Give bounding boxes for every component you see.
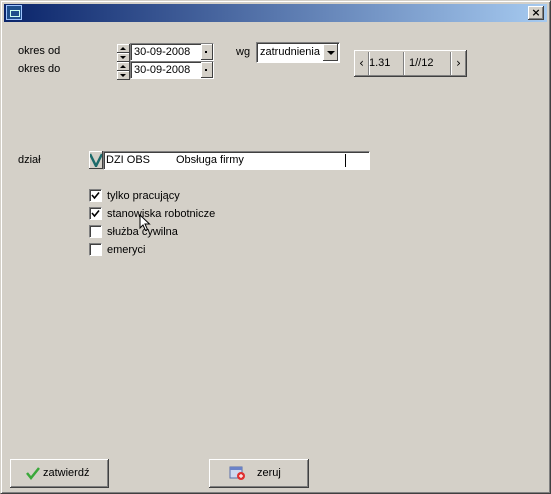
department-picker-button[interactable] — [89, 151, 103, 169]
filter-checkbox-working-only[interactable] — [89, 189, 102, 202]
next-arrow-button[interactable]: › — [452, 50, 465, 77]
period-from-spinner[interactable] — [117, 44, 130, 62]
checkmark-icon — [26, 467, 40, 480]
navigator-code: 1.31 — [369, 57, 391, 69]
period-from-label: okres od — [18, 45, 61, 57]
period-from-value: 30-09-2008 — [134, 46, 191, 58]
confirm-label: zatwierdź — [43, 467, 90, 479]
reset-label: zeruj — [257, 467, 281, 479]
record-navigator: ‹ 1.31 1//12 › — [354, 50, 467, 77]
check-icon — [91, 191, 100, 200]
dropdown-icon[interactable] — [201, 44, 213, 60]
period-to-spinner[interactable] — [117, 62, 130, 80]
spin-up-icon[interactable] — [117, 44, 130, 53]
text-caret — [345, 154, 346, 167]
period-to-label: okres do — [18, 63, 61, 75]
app-icon — [6, 5, 22, 20]
department-field[interactable]: DZI OBS Obsługa firmy — [103, 151, 370, 170]
filter-checkbox-civil-service[interactable] — [89, 225, 102, 238]
filter-label-working-only: tylko pracujący — [107, 190, 180, 202]
prev-arrow-button[interactable]: ‹ — [355, 50, 368, 77]
department-name: Obsługa firmy — [176, 154, 244, 166]
spin-down-icon[interactable] — [117, 71, 130, 80]
period-to-value: 30-09-2008 — [134, 64, 191, 76]
filter-label-worker-positions: stanowiska robotnicze — [107, 208, 216, 220]
spin-up-icon[interactable] — [117, 62, 130, 71]
reset-icon — [229, 466, 245, 480]
grouping-label: wg — [236, 46, 251, 58]
filter-label-retirees: emeryci — [107, 244, 146, 256]
reset-button[interactable]: zeruj — [209, 459, 309, 488]
close-button[interactable]: × — [528, 6, 544, 20]
navigator-page: 1//12 — [409, 57, 434, 69]
department-code: DZI OBS — [106, 154, 151, 166]
department-label: dział — [18, 154, 41, 166]
spin-down-icon[interactable] — [117, 53, 130, 62]
chevron-down-icon[interactable] — [323, 44, 338, 61]
period-to-date[interactable]: 30-09-2008 — [130, 61, 214, 79]
grouping-select[interactable]: zatrudnienia — [256, 42, 340, 63]
checkmark-icon — [90, 153, 102, 167]
title-bar[interactable]: × — [4, 4, 547, 22]
confirm-button[interactable]: zatwierdź — [10, 459, 109, 488]
dropdown-icon[interactable] — [201, 62, 213, 78]
period-from-date[interactable]: 30-09-2008 — [130, 43, 214, 61]
grouping-value: zatrudnienia — [260, 46, 320, 58]
mouse-cursor-icon — [139, 214, 151, 232]
check-icon — [91, 209, 100, 218]
dialog-window: × okres od okres do 30-09-2008 30-09-200… — [0, 0, 551, 494]
filter-checkbox-worker-positions[interactable] — [89, 207, 102, 220]
filter-checkbox-retirees[interactable] — [89, 243, 102, 256]
